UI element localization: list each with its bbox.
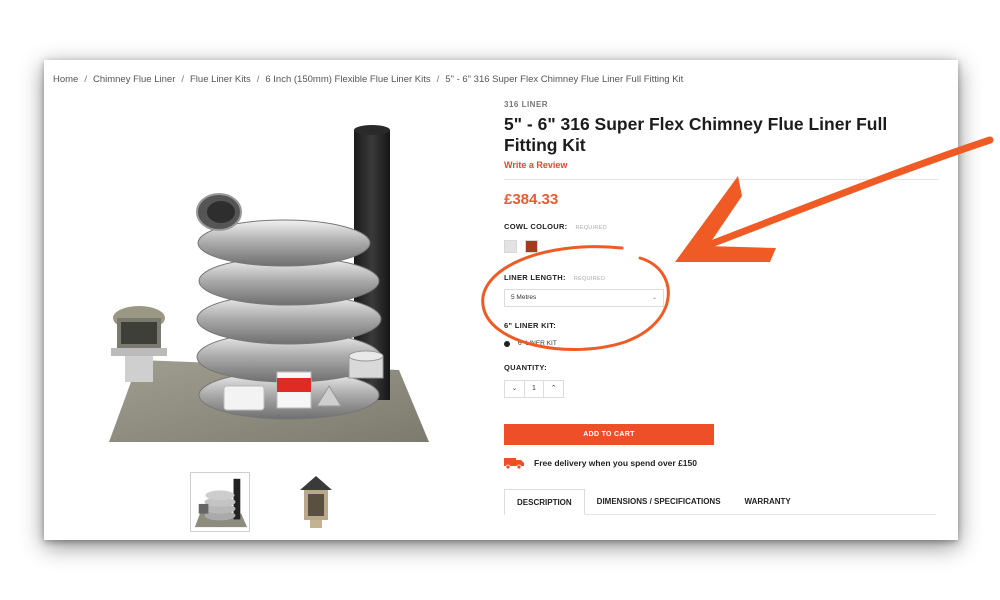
write-review-link[interactable]: Write a Review <box>504 160 938 170</box>
divider <box>504 179 938 180</box>
radio-selected-icon[interactable] <box>504 340 510 347</box>
liner-kit-label: 6" LINER KIT: <box>504 321 557 330</box>
breadcrumb-separator: / <box>84 74 87 85</box>
add-to-cart-button[interactable]: ADD TO CART <box>504 424 714 445</box>
delivery-truck-icon <box>504 458 524 469</box>
liner-length-select[interactable]: 5 Metres ⌄ <box>504 289 664 307</box>
cowl-colour-swatches <box>504 240 938 253</box>
swatch-terracotta[interactable] <box>525 240 538 253</box>
breadcrumb-separator: / <box>436 74 440 85</box>
chevron-down-icon: ⌄ <box>651 295 657 301</box>
product-title: 5" - 6" 316 Super Flex Chimney Flue Line… <box>504 114 888 155</box>
product-tabs: DESCRIPTION DIMENSIONS / SPECIFICATIONS … <box>504 489 936 515</box>
free-delivery-note: Free delivery when you spend over £150 <box>504 457 938 469</box>
tab-dimensions-specifications[interactable]: DIMENSIONS / SPECIFICATIONS <box>585 489 733 514</box>
quantity-label: QUANTITY: <box>504 363 547 372</box>
breadcrumb-separator: / <box>181 74 184 85</box>
breadcrumb: Home / Chimney Flue Liner / Flue Liner Kits /… <box>53 74 683 85</box>
breadcrumb-6-inch-kits[interactable]: 6 Inch (150mm) Flexible Flue Liner Kits <box>265 74 430 85</box>
product-main-image[interactable] <box>99 120 439 460</box>
swatch-grey[interactable] <box>504 240 517 253</box>
liner-kit-option[interactable]: 6" LINER KIT <box>504 340 938 347</box>
thumbnail-liner-kit[interactable] <box>190 472 250 532</box>
liner-kit-option-label: 6" LINER KIT <box>518 340 557 347</box>
liner-length-label: LINER LENGTH: REQUIRED <box>504 273 938 282</box>
cowl-colour-label-text: COWL COLOUR: <box>504 222 568 231</box>
quantity-increment-button[interactable]: ⌃ <box>544 381 563 397</box>
quantity-stepper: ⌄ 1 ⌃ <box>504 380 564 398</box>
quantity-decrement-button[interactable]: ⌄ <box>505 381 524 397</box>
product-brand: 316 LINER <box>504 100 549 109</box>
screenshot-stage: Home / Chimney Flue Liner / Flue Liner Kits /… <box>0 0 1000 600</box>
breadcrumb-flue-liner-kits[interactable]: Flue Liner Kits <box>190 74 251 85</box>
breadcrumb-chimney-flue-liner[interactable]: Chimney Flue Liner <box>93 74 175 85</box>
free-delivery-text: Free delivery when you spend over £150 <box>534 458 697 468</box>
breadcrumb-separator: / <box>256 74 260 85</box>
product-price: £384.33 <box>504 191 559 208</box>
product-page: Home / Chimney Flue Liner / Flue Liner Kits /… <box>44 60 958 540</box>
thumbnail-strip <box>190 472 390 534</box>
liner-length-label-text: LINER LENGTH: <box>504 273 566 282</box>
breadcrumb-current-product[interactable]: 5" - 6" 316 Super Flex Chimney Flue Line… <box>445 74 683 85</box>
liner-length-selected-value: 5 Metres <box>511 294 537 301</box>
product-info: 316 LINER 5" - 6" 316 Super Flex Chimney… <box>504 100 938 515</box>
required-tag: REQUIRED <box>573 276 606 282</box>
tab-description[interactable]: DESCRIPTION <box>504 489 585 515</box>
tab-warranty[interactable]: WARRANTY <box>733 489 803 514</box>
required-tag: REQUIRED <box>575 225 607 231</box>
thumbnail-cowl[interactable] <box>286 472 346 532</box>
quantity-input[interactable]: 1 <box>524 381 544 397</box>
breadcrumb-home[interactable]: Home <box>53 74 78 85</box>
cowl-colour-label: COWL COLOUR: REQUIRED <box>504 222 938 231</box>
